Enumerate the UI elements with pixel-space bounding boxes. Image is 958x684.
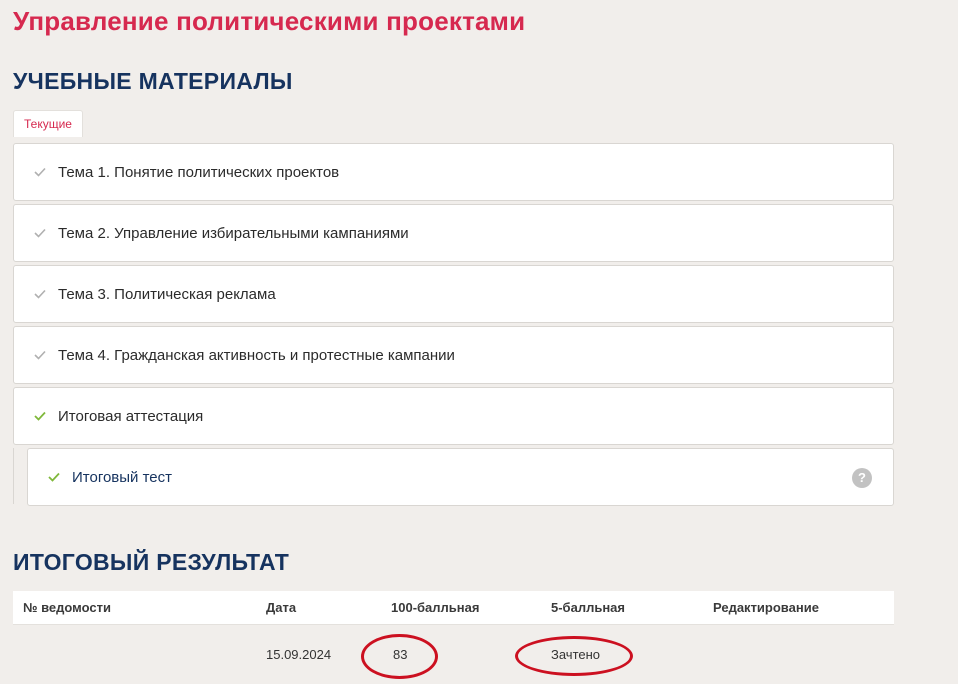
help-icon[interactable]: ? — [852, 468, 872, 488]
results-heading: ИТОГОВЫЙ РЕЗУЛЬТАТ — [13, 549, 290, 575]
topic-label: Итоговая аттестация — [58, 407, 204, 425]
tab-current[interactable]: Текущие — [13, 110, 83, 137]
check-icon — [33, 348, 47, 362]
topic-label: Тема 4. Гражданская активность и протест… — [58, 346, 455, 364]
header-statement-no: № ведомости — [23, 600, 111, 615]
table-header: № ведомости Дата 100-балльная 5-балльная… — [13, 591, 894, 625]
results-table: № ведомости Дата 100-балльная 5-балльная… — [13, 591, 894, 684]
topic-item-4[interactable]: Тема 4. Гражданская активность и протест… — [13, 326, 894, 384]
materials-heading: УЧЕБНЫЕ МАТЕРИАЛЫ — [13, 68, 293, 94]
cell-score100: 83 — [393, 647, 408, 662]
check-icon — [33, 287, 47, 301]
topic-item-2[interactable]: Тема 2. Управление избирательными кампан… — [13, 204, 894, 262]
check-icon — [33, 165, 47, 179]
check-icon — [33, 409, 47, 423]
check-icon — [47, 470, 61, 484]
table-row: 15.09.2024 83 Зачтено — [13, 625, 894, 684]
topic-item-3[interactable]: Тема 3. Политическая реклама — [13, 265, 894, 323]
cell-score5: Зачтено — [551, 647, 601, 662]
subitem-label: Итоговый тест — [72, 468, 173, 486]
topic-item-1[interactable]: Тема 1. Понятие политических проектов — [13, 143, 894, 201]
header-edit: Редактирование — [713, 600, 819, 615]
page: Управление политическими проектами УЧЕБН… — [0, 0, 958, 684]
topic-label: Тема 1. Понятие политических проектов — [58, 163, 340, 181]
cell-date: 15.09.2024 — [266, 647, 332, 662]
topic-label: Тема 2. Управление избирательными кампан… — [58, 224, 409, 242]
topic-item-final-attestation[interactable]: Итоговая аттестация — [13, 387, 894, 445]
check-icon — [33, 226, 47, 240]
subitem-final-test[interactable]: Итоговый тест ? — [27, 448, 894, 506]
subitem-indent-line — [13, 448, 14, 504]
header-score100: 100-балльная — [391, 600, 480, 615]
topic-label: Тема 3. Политическая реклама — [58, 285, 276, 303]
header-date: Дата — [266, 600, 297, 615]
header-score5: 5-балльная — [551, 600, 625, 615]
page-title: Управление политическими проектами — [13, 6, 526, 36]
